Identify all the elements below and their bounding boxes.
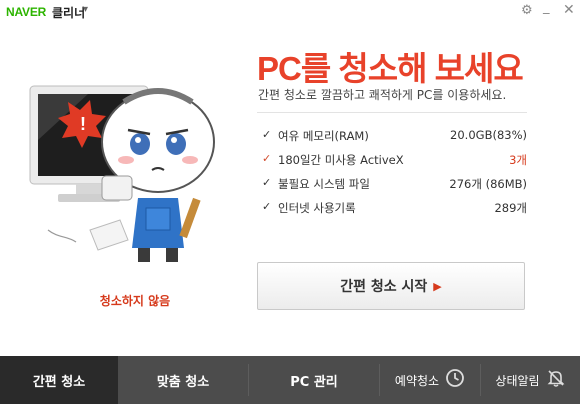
check-icon: ✓ — [262, 176, 272, 189]
stat-internet-history: ✓ 인터넷 사용기록 289개 — [262, 198, 527, 222]
check-icon: ✓ — [262, 200, 272, 213]
stat-label: 인터넷 사용기록 — [278, 201, 356, 215]
bottom-tab-bar: 간편 청소 맞춤 청소 PC 관리 예약청소 상태알림 — [0, 356, 580, 404]
title-bar: NAVER 클리너 ▾ ⚙ _ ✕ — [0, 0, 580, 24]
tab-pc-manage[interactable]: PC 관리 — [249, 356, 379, 404]
play-arrow-icon: ▶ — [433, 279, 442, 293]
app-name[interactable]: 클리너 — [52, 4, 85, 21]
tab-schedule[interactable]: 예약청소 — [380, 356, 480, 404]
stat-ram: ✓ 여유 메모리(RAM) 20.0GB(83%) — [262, 126, 527, 150]
stat-label: 180일간 미사용 ActiveX — [278, 153, 404, 167]
stats-list: ✓ 여유 메모리(RAM) 20.0GB(83%) ✓ 180일간 미사용 Ac… — [262, 126, 527, 222]
clock-icon — [445, 368, 465, 392]
tab-label: 맞춤 청소 — [156, 374, 210, 390]
stat-label: 불필요 시스템 파일 — [278, 177, 370, 191]
page-title: PC를 청소해 보세요 — [257, 50, 524, 87]
start-clean-button[interactable]: 간편 청소 시작 ▶ — [257, 262, 525, 310]
minimize-icon[interactable]: _ — [543, 1, 550, 15]
tab-easy-clean[interactable]: 간편 청소 — [0, 356, 118, 404]
gear-icon[interactable]: ⚙ — [521, 4, 533, 18]
stat-value: 20.0GB(83%) — [450, 128, 527, 142]
stat-value: 3개 — [509, 153, 527, 167]
tab-label: PC 관리 — [290, 374, 338, 390]
cleaner-mascot-illustration: ! — [28, 80, 228, 270]
stat-value: 276개 (86MB) — [449, 177, 527, 191]
stat-activex: ✓ 180일간 미사용 ActiveX 3개 — [262, 150, 527, 174]
check-icon: ✓ — [262, 152, 272, 165]
close-icon[interactable]: ✕ — [563, 3, 575, 17]
tab-label: 예약청소 — [394, 373, 440, 388]
page-subtitle: 간편 청소로 깔끔하고 쾌적하게 PC를 이용하세요. — [258, 88, 507, 102]
tab-label: 상태알림 — [495, 373, 540, 388]
chevron-down-icon[interactable]: ▾ — [83, 4, 88, 15]
bell-off-icon — [546, 368, 566, 392]
tab-custom-clean[interactable]: 맞춤 청소 — [118, 356, 248, 404]
divider — [257, 112, 527, 113]
start-clean-label: 간편 청소 시작 — [340, 279, 428, 295]
clean-status-text: 청소하지 않음 — [99, 294, 171, 308]
stat-system-files: ✓ 불필요 시스템 파일 276개 (86MB) — [262, 174, 527, 198]
tab-notification[interactable]: 상태알림 — [481, 356, 580, 404]
stat-value: 289개 — [494, 201, 527, 215]
svg-text:!: ! — [80, 114, 86, 134]
naver-logo: NAVER — [6, 5, 47, 19]
stat-label: 여유 메모리(RAM) — [278, 129, 369, 143]
check-icon: ✓ — [262, 128, 272, 141]
tab-label: 간편 청소 — [32, 374, 86, 390]
